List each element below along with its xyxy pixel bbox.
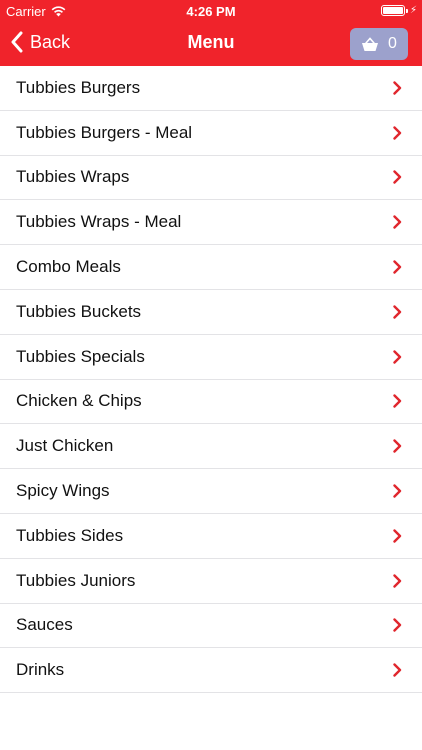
menu-item-label: Tubbies Juniors (16, 570, 136, 590)
cart-count: 0 (388, 35, 397, 52)
menu-item-tubbies-wraps[interactable]: Tubbies Wraps (0, 156, 422, 201)
battery-icon (380, 5, 405, 16)
chevron-right-icon (393, 81, 402, 95)
menu-item-label: Spicy Wings (16, 481, 110, 501)
battery-status: ⚡ (380, 5, 417, 16)
chevron-right-icon (393, 394, 402, 409)
chevron-right-icon (393, 260, 402, 274)
menu-item-label: Chicken & Chips (16, 391, 142, 411)
menu-item-tubbies-juniors[interactable]: Tubbies Juniors (0, 559, 422, 604)
menu-item-label: Drinks (16, 660, 65, 680)
menu-item-tubbies-buckets[interactable]: Tubbies Buckets (0, 290, 422, 335)
menu-item-tubbies-sides[interactable]: Tubbies Sides (0, 514, 422, 559)
chevron-right-icon (393, 573, 402, 588)
chevron-right-icon (393, 618, 402, 633)
chevron-right-icon (393, 125, 402, 140)
status-time: 4:26 PM (186, 4, 236, 19)
menu-item-spicy-wings[interactable]: Spicy Wings (0, 469, 422, 514)
menu-item-label: Tubbies Sides (16, 525, 124, 545)
header: Carrier 4:26 PM ⚡ Back Menu 0 (0, 0, 422, 66)
menu-item-label: Tubbies Wraps (16, 167, 130, 187)
status-bar: Carrier 4:26 PM ⚡ (0, 0, 422, 22)
menu-item-label: Tubbies Buckets (16, 301, 142, 321)
menu-item-drinks[interactable]: Drinks (0, 648, 422, 694)
menu-item-label: Just Chicken (16, 436, 114, 456)
chevron-right-icon (393, 215, 402, 229)
charging-bolt-icon: ⚡ (409, 5, 417, 16)
menu-item-label: Tubbies Wraps - Meal (16, 212, 182, 232)
menu-list: Tubbies Burgers Tubbies Burgers - Meal T… (0, 66, 422, 694)
cart-button[interactable]: 0 (350, 28, 408, 60)
menu-item-chicken-and-chips[interactable]: Chicken & Chips (0, 380, 422, 425)
chevron-right-icon (393, 529, 402, 543)
menu-item-just-chicken[interactable]: Just Chicken (0, 424, 422, 470)
menu-item-label: Sauces (16, 615, 73, 635)
chevron-right-icon (393, 170, 402, 185)
navigation-bar: Back Menu 0 (0, 22, 422, 66)
chevron-right-icon (393, 663, 402, 677)
menu-item-tubbies-wraps-meal[interactable]: Tubbies Wraps - Meal (0, 200, 422, 246)
menu-item-tubbies-burgers-meal[interactable]: Tubbies Burgers - Meal (0, 111, 422, 156)
menu-item-tubbies-specials[interactable]: Tubbies Specials (0, 335, 422, 380)
chevron-right-icon (393, 484, 402, 498)
menu-item-sauces[interactable]: Sauces (0, 604, 422, 649)
battery-tip (405, 8, 408, 13)
menu-item-label: Tubbies Burgers - Meal (16, 122, 193, 142)
menu-item-combo-meals[interactable]: Combo Meals (0, 245, 422, 290)
menu-item-label: Combo Meals (16, 257, 121, 277)
menu-item-label: Tubbies Specials (16, 346, 145, 366)
menu-item-label: Tubbies Burgers (16, 77, 141, 97)
chevron-right-icon (393, 305, 402, 319)
basket-icon (362, 36, 379, 51)
chevron-right-icon (393, 349, 402, 364)
menu-item-tubbies-burgers[interactable]: Tubbies Burgers (0, 66, 422, 111)
chevron-right-icon (393, 439, 402, 453)
